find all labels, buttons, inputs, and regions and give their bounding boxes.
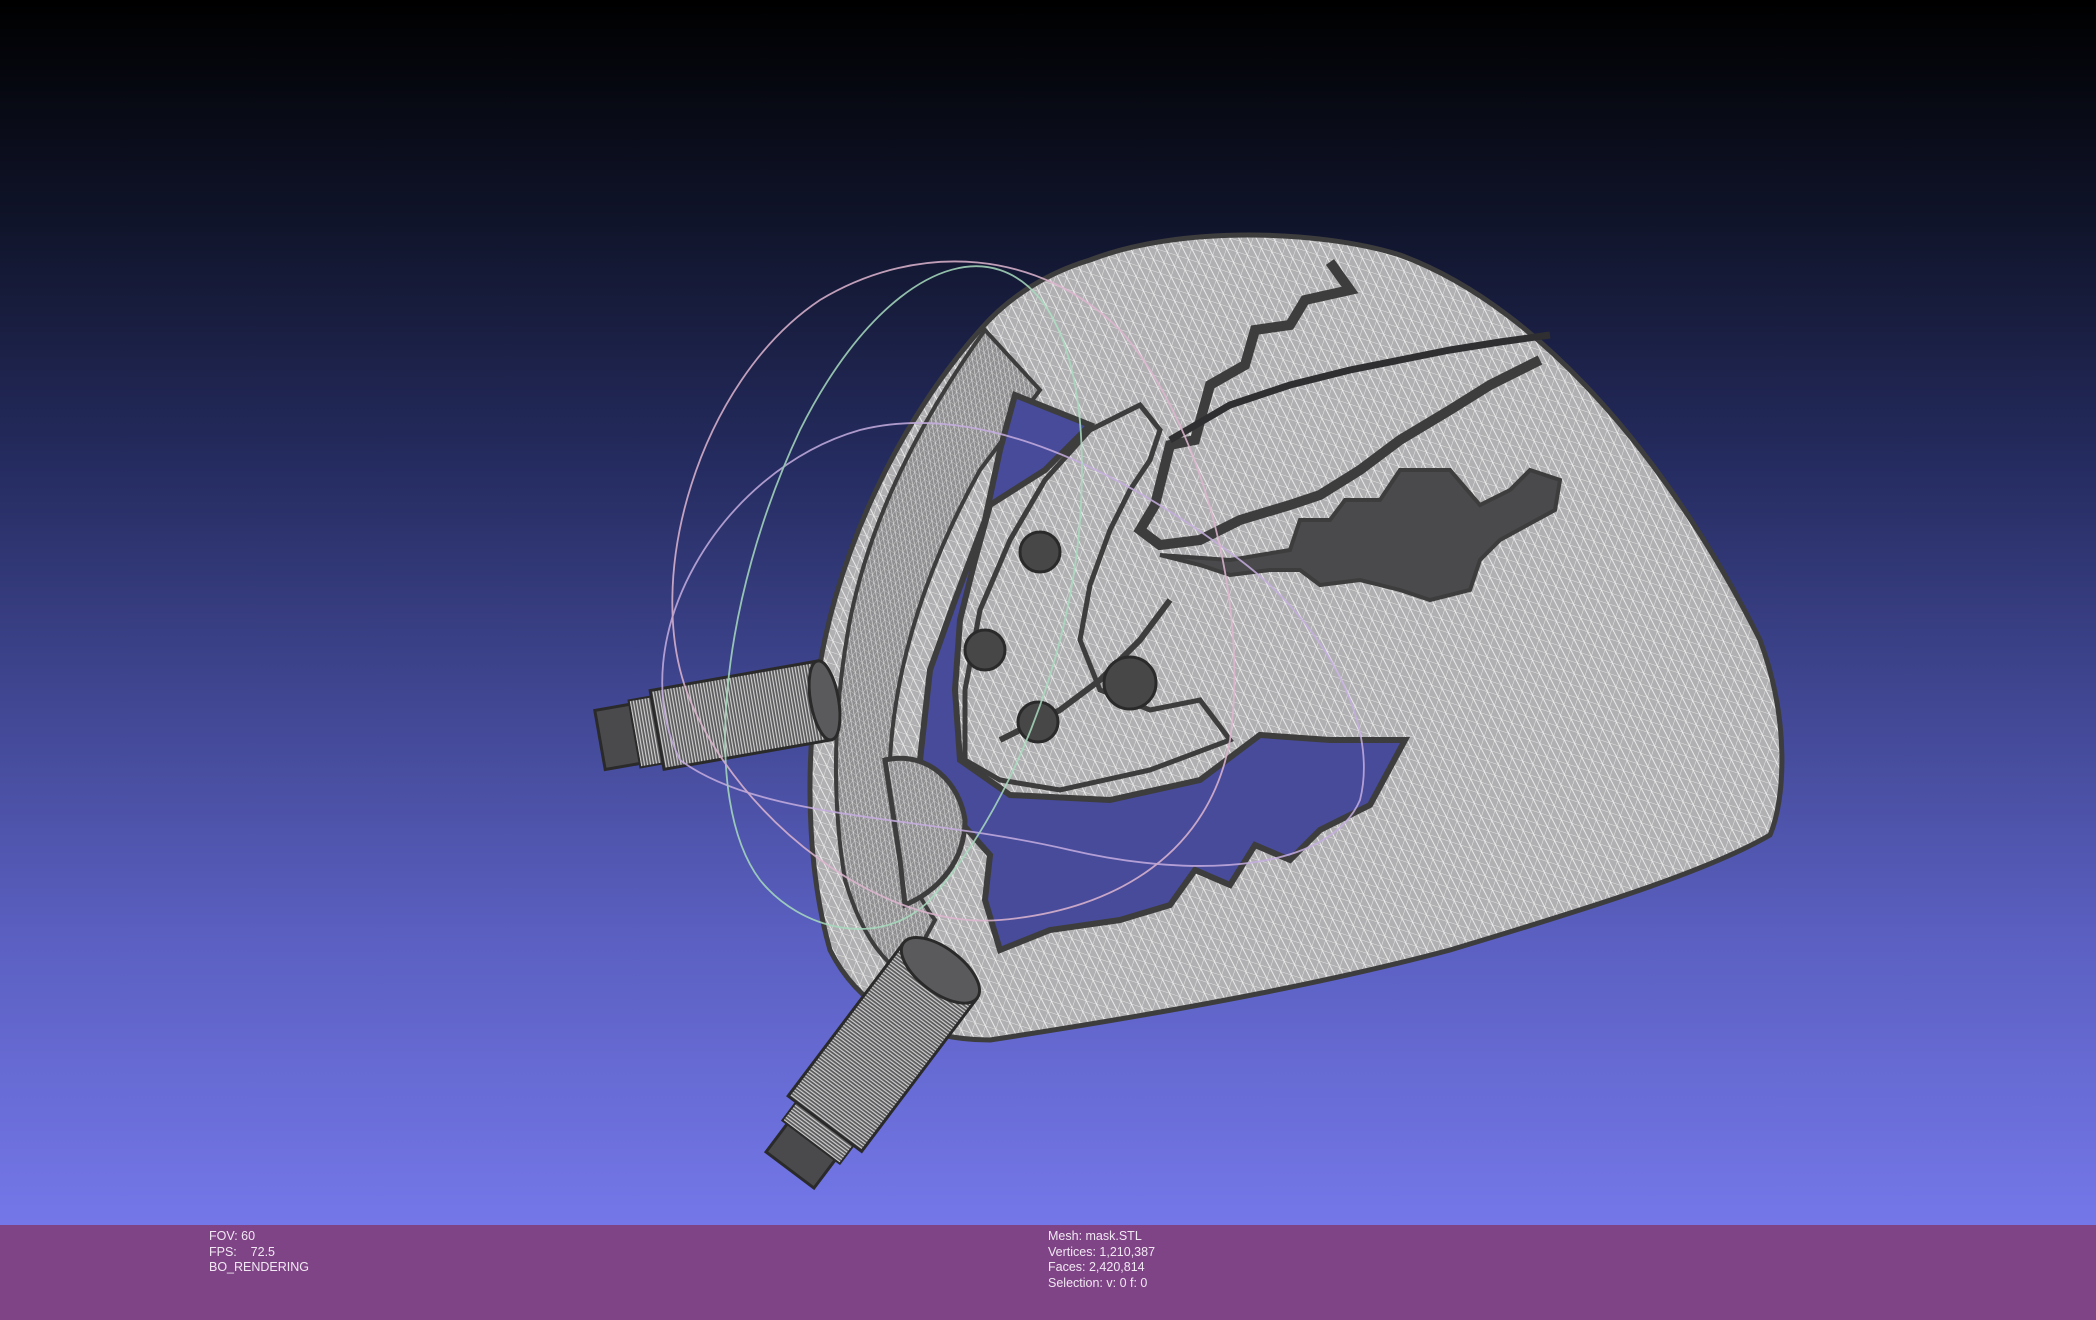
mesh-info: Mesh: mask.STL Vertices: 1,210,387 Faces… bbox=[1048, 1229, 1155, 1291]
bolt-upper bbox=[593, 659, 842, 772]
mask-vent-hole-1 bbox=[1018, 530, 1062, 574]
3d-scene[interactable] bbox=[0, 0, 2096, 1225]
3d-viewport[interactable] bbox=[0, 0, 2096, 1225]
render-info: FOV: 60 FPS: 72.5 BO_RENDERING bbox=[209, 1229, 309, 1276]
render-mode-label: BO_RENDERING bbox=[209, 1260, 310, 1274]
fov-label: FOV: 60 bbox=[209, 1229, 256, 1243]
selection-label: Selection: v: 0 f: 0 bbox=[1048, 1275, 1148, 1290]
faces-label: Faces: 2,420,814 bbox=[1048, 1260, 1145, 1274]
vertices-label: Vertices: 1,210,387 bbox=[1048, 1244, 1156, 1259]
mask-vent-hole-3 bbox=[1102, 655, 1158, 711]
mask-vent-hole-2 bbox=[963, 628, 1007, 672]
mesh-name-label: Mesh: mask.STL bbox=[1048, 1229, 1142, 1243]
fps-label: FPS: 72.5 bbox=[209, 1244, 276, 1259]
3d-mesh-model[interactable] bbox=[593, 232, 1785, 1198]
info-bar: FOV: 60 FPS: 72.5 BO_RENDERING Mesh: mas… bbox=[0, 1225, 2096, 1320]
meshlab-window: FOV: 60 FPS: 72.5 BO_RENDERING Mesh: mas… bbox=[0, 0, 2096, 1320]
mask-vent-hole-4 bbox=[1016, 700, 1060, 744]
